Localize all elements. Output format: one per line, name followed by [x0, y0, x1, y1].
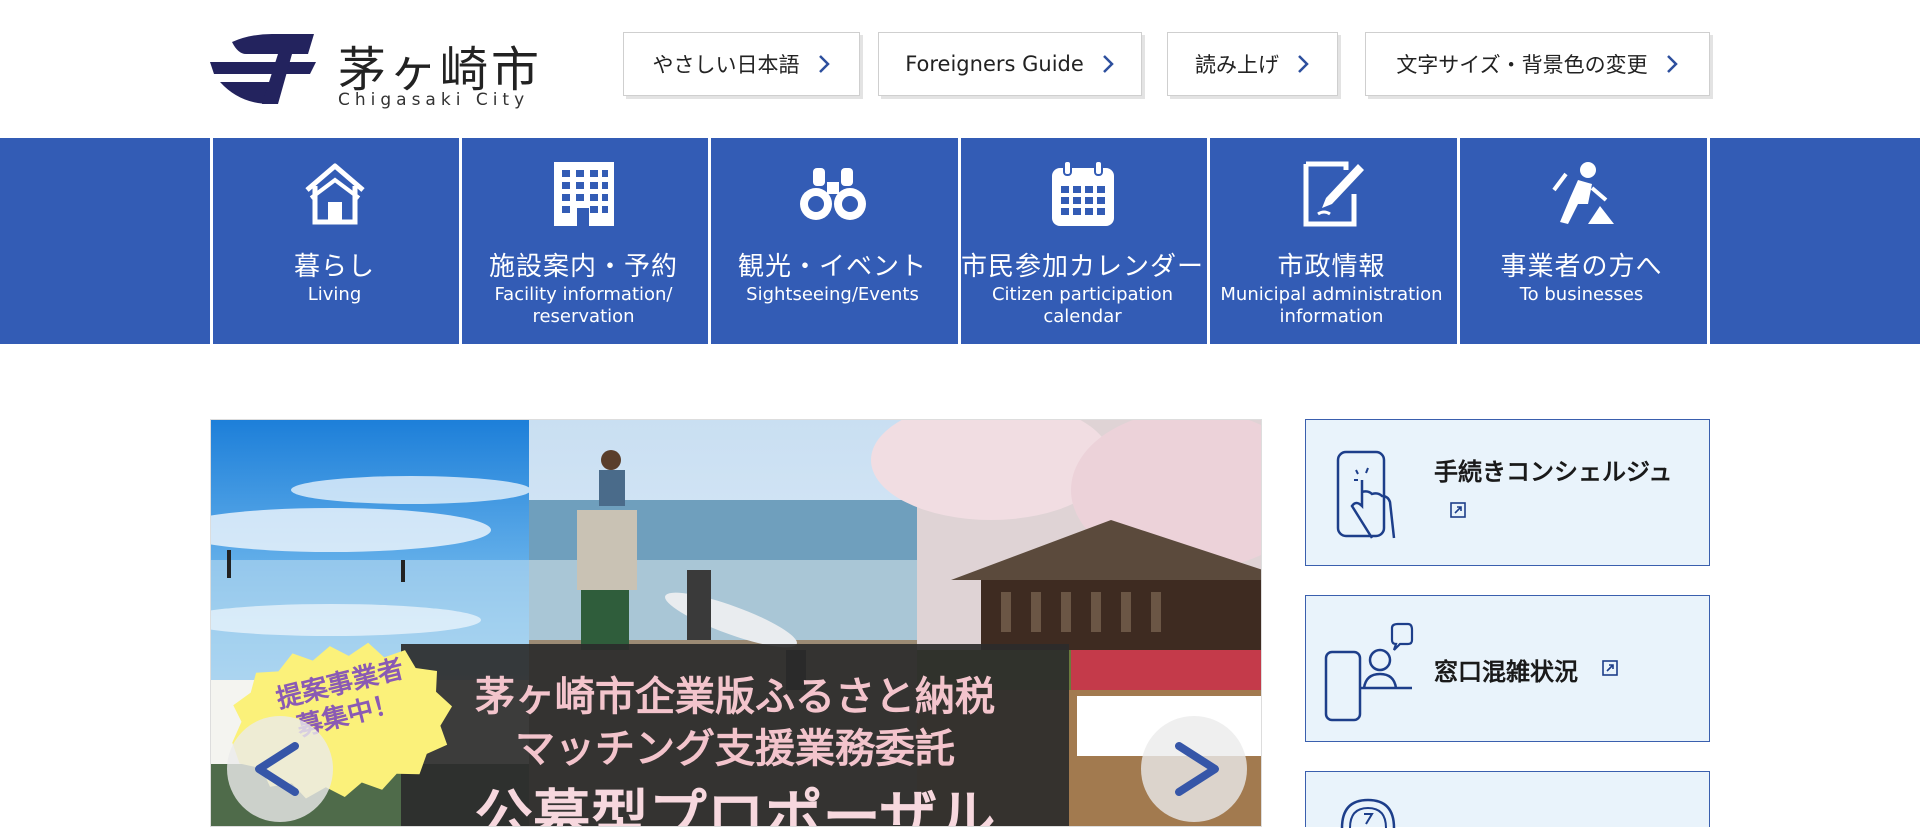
nav-divider: [1707, 138, 1710, 344]
banner-next-button[interactable]: [1141, 716, 1247, 822]
read-aloud-button[interactable]: 読み上げ: [1167, 32, 1338, 96]
nav-item-calendar[interactable]: 市民参加カレンダー Citizen participation calendar: [958, 138, 1204, 344]
nav-label-en: Facility information/ reservation: [494, 284, 673, 327]
side-link-concierge[interactable]: 手続きコンシェルジュ: [1305, 419, 1710, 566]
counter-clerk-icon: [1324, 622, 1414, 722]
chevron-right-icon: [1175, 742, 1219, 796]
banner-line3: 公募型プロポーザル: [474, 783, 996, 827]
chevron-right-icon: [1298, 55, 1309, 73]
nav-label-jp: 市民参加カレンダー: [961, 252, 1205, 282]
nav-label-jp: 観光・イベント: [737, 252, 927, 282]
chevron-right-icon: [1666, 55, 1678, 73]
foreigners-guide-label: Foreigners Guide: [905, 52, 1084, 76]
read-aloud-label: 読み上げ: [1195, 53, 1279, 77]
nav-label-en: Municipal administration information: [1220, 284, 1443, 327]
banner-prev-button[interactable]: [227, 716, 333, 822]
smartphone-tap-icon: [1336, 450, 1396, 539]
worker-icon: [1551, 162, 1614, 224]
nav-label-en: Sightseeing/Events: [746, 284, 919, 305]
binoculars-icon: [799, 168, 866, 220]
easy-japanese-button[interactable]: やさしい日本語: [623, 32, 860, 96]
side-label-concierge: 手続きコンシェルジュ: [1434, 458, 1673, 486]
site-logo[interactable]: 茅ヶ崎市 Chigasaki City: [210, 30, 550, 112]
nav-label-en: Citizen participation calendar: [991, 284, 1174, 327]
city-emblem-icon: [210, 34, 316, 104]
nav-label-jp: 事業者の方へ: [1500, 252, 1663, 282]
nav-label-jp: 暮らし: [293, 252, 375, 282]
calendar-icon: [1051, 160, 1114, 226]
nav-item-living[interactable]: 暮らし Living: [210, 138, 456, 344]
nav-item-businesses[interactable]: 事業者の方へ To businesses: [1457, 138, 1703, 344]
nav-label-en: To businesses: [1519, 284, 1644, 305]
nav-label-en: Living: [307, 284, 362, 305]
foreigners-guide-button[interactable]: Foreigners Guide: [878, 32, 1142, 96]
nav-item-facility[interactable]: 施設案内・予約 Facility information/ reservatio…: [459, 138, 705, 344]
side-link-counter-status[interactable]: 窓口混雑状況: [1305, 595, 1710, 742]
side-label-counter-status: 窓口混雑状況: [1434, 658, 1578, 686]
easy-japanese-label: やさしい日本語: [652, 53, 800, 77]
logo-title-en: Chigasaki City: [338, 90, 530, 110]
nav-item-municipal[interactable]: 市政情報 Municipal administration informatio…: [1207, 138, 1453, 344]
pen-document-icon: [1303, 161, 1364, 227]
side-link-third[interactable]: [1305, 771, 1710, 828]
building-icon: [553, 162, 614, 226]
banner-slideshow[interactable]: 提案事業者募集中！ 茅ヶ崎市企業版ふるさと納税 マッチング支援業務委託 公募型プ…: [210, 419, 1262, 827]
external-link-icon: [1450, 502, 1466, 518]
chevron-right-icon: [818, 55, 830, 73]
nav-item-sightseeing[interactable]: 観光・イベント Sightseeing/Events: [708, 138, 954, 344]
text-size-color-button[interactable]: 文字サイズ・背景色の変更: [1365, 32, 1710, 96]
banner-line2: マッチング支援業務委託: [515, 726, 955, 772]
chevron-right-icon: [1102, 55, 1114, 73]
global-nav: 暮らし Living 施設案内・予約 Facility information/…: [0, 138, 1920, 344]
chevron-left-icon: [255, 742, 299, 796]
partial-circle-icon: [1340, 798, 1396, 828]
text-size-color-label: 文字サイズ・背景色の変更: [1396, 53, 1648, 77]
banner-line1: 茅ヶ崎市企業版ふるさと納税: [475, 674, 995, 720]
nav-label-jp: 市政情報: [1277, 252, 1386, 282]
nav-label-jp: 施設案内・予約: [488, 252, 678, 282]
house-icon: [304, 163, 365, 225]
external-link-icon: [1602, 660, 1618, 676]
